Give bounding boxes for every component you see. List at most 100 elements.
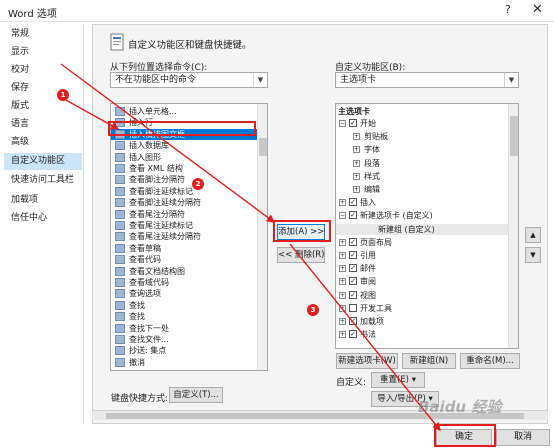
keyboard-customize-button[interactable]: 自定义(T)...: [169, 387, 223, 403]
command-item[interactable]: 插入图形: [111, 152, 257, 163]
sidebar-item-customize-ribbon[interactable]: 自定义功能区: [4, 153, 82, 170]
tree-item[interactable]: + 字体: [336, 144, 508, 155]
rename-button[interactable]: 重命名(M)...: [460, 353, 520, 369]
tab-checkbox[interactable]: [349, 303, 357, 312]
tree-item[interactable]: + 样式: [336, 171, 508, 182]
sidebar-item-advanced[interactable]: 高级: [4, 134, 82, 151]
command-item[interactable]: 查看脚注分隔符: [111, 174, 257, 185]
tree-item[interactable]: + ✓ 加载项: [336, 316, 508, 327]
command-item[interactable]: 查找: [111, 300, 257, 311]
expand-icon[interactable]: +: [353, 172, 360, 180]
command-item[interactable]: 查看脚注延续标记: [111, 186, 257, 197]
help-icon[interactable]: ?: [505, 3, 511, 16]
command-item[interactable]: 插入单元格...: [111, 106, 257, 117]
new-group-button[interactable]: 新建组(N): [402, 353, 456, 369]
tree-item[interactable]: + 段落: [336, 158, 508, 169]
tree-item[interactable]: + 编辑: [336, 184, 508, 195]
commands-scrollbar[interactable]: [257, 104, 267, 370]
tree-item[interactable]: + 剪贴板: [336, 131, 508, 142]
sidebar-item-add-ins[interactable]: 加载项: [4, 192, 82, 209]
tree-item-label: 审阅: [360, 277, 376, 287]
collapse-icon[interactable]: −: [339, 120, 346, 127]
command-item[interactable]: 查看域代码: [111, 277, 257, 288]
command-item[interactable]: 查看草稿: [111, 243, 257, 254]
command-item[interactable]: 撤消: [111, 357, 257, 368]
sidebar-item-general[interactable]: 常规: [4, 26, 82, 43]
commands-list[interactable]: 插入单元格... 插入行 插入横排图文框 插入数据库 插入图形 查看 XML 结构 查看脚注…: [110, 103, 268, 371]
tree-item[interactable]: + ✓ 视图: [336, 290, 508, 301]
command-item[interactable]: 查询选项: [111, 288, 257, 299]
tab-checkbox[interactable]: ✓: [349, 119, 357, 127]
new-tab-button[interactable]: 新建选项卡(W): [336, 353, 398, 369]
command-icon: [115, 255, 125, 265]
tree-item[interactable]: − ✓ 新建选项卡 (自定义): [336, 210, 508, 221]
command-item[interactable]: 抄送: 集点: [111, 345, 257, 356]
tree-item[interactable]: 新建组 (自定义): [336, 223, 508, 235]
remove-button[interactable]: << 删除(R): [277, 247, 325, 263]
customize-ribbon-select[interactable]: 主选项卡 ▼: [335, 72, 519, 88]
expand-icon[interactable]: +: [339, 278, 346, 286]
tree-item[interactable]: + ✓ 插入: [336, 197, 508, 208]
expand-icon[interactable]: +: [353, 186, 360, 193]
tree-item[interactable]: − ✓ 开始: [336, 118, 508, 129]
expand-icon[interactable]: +: [339, 304, 346, 312]
sidebar-item-save[interactable]: 保存: [4, 80, 82, 97]
cancel-button[interactable]: 取消: [496, 429, 550, 446]
command-item[interactable]: 查看尾注延续分隔符: [111, 231, 257, 242]
sidebar-item-proofing[interactable]: 校对: [4, 62, 82, 79]
expand-icon[interactable]: +: [339, 238, 346, 246]
sidebar-item-display[interactable]: 显示: [4, 44, 82, 61]
expand-icon[interactable]: +: [339, 291, 346, 299]
command-item[interactable]: 查看尾注延续标记: [111, 220, 257, 231]
command-item[interactable]: 查看尾注分隔符: [111, 209, 257, 220]
command-item[interactable]: 查看文档结构图: [111, 266, 257, 277]
tab-checkbox[interactable]: ✓: [349, 198, 357, 207]
ribbon-tree[interactable]: 主选项卡 − ✓ 开始 + 剪贴板 + 字体 + 段落 + 样式 + 编辑 + ✓ 插入 − ✓ 新建选项卡 (自定…: [335, 103, 519, 349]
command-icon: [115, 141, 125, 151]
tree-item[interactable]: + ✓ 审阅: [336, 276, 508, 287]
sidebar-item-typography[interactable]: 版式: [4, 98, 82, 115]
expand-icon[interactable]: +: [339, 265, 346, 273]
expand-icon[interactable]: +: [353, 159, 360, 167]
tab-checkbox[interactable]: ✓: [349, 264, 357, 273]
expand-icon[interactable]: +: [339, 331, 346, 339]
command-icon: [115, 175, 125, 185]
command-item[interactable]: 查看代码: [111, 254, 257, 265]
move-up-button[interactable]: ▲: [525, 227, 541, 243]
expand-icon[interactable]: +: [339, 318, 346, 325]
tab-checkbox[interactable]: ✓: [349, 277, 357, 286]
command-item[interactable]: 查看脚注延续分隔符: [111, 197, 257, 208]
tab-checkbox[interactable]: ✓: [349, 251, 357, 259]
command-item[interactable]: 查找文件...: [111, 334, 257, 345]
tree-item[interactable]: + 开发工具: [336, 303, 508, 314]
move-down-button[interactable]: ▼: [525, 247, 541, 263]
command-item[interactable]: 查看 XML 结构: [111, 163, 257, 174]
reset-button[interactable]: 重置(E) ▾: [371, 372, 425, 388]
tab-checkbox[interactable]: ✓: [349, 317, 357, 325]
tree-item-label: 样式: [364, 171, 380, 181]
command-item[interactable]: 插入数据库: [111, 140, 257, 151]
close-icon[interactable]: ✕: [532, 2, 543, 17]
sidebar-item-trust-center[interactable]: 信任中心: [4, 210, 82, 227]
tree-item[interactable]: + ✓ 引用: [336, 250, 508, 261]
expand-icon[interactable]: +: [339, 252, 346, 259]
expand-icon[interactable]: +: [353, 146, 360, 154]
sidebar-item-quick-access-toolbar[interactable]: 快速访问工具栏: [4, 172, 82, 189]
choose-commands-select[interactable]: 不在功能区中的命令 ▼: [110, 72, 268, 88]
sidebar-item-language[interactable]: 语言: [4, 116, 82, 133]
tree-scrollbar[interactable]: [508, 104, 518, 348]
collapse-icon[interactable]: −: [339, 212, 346, 220]
command-item[interactable]: 查找下一处: [111, 323, 257, 334]
tree-item[interactable]: + ✓ 书法: [336, 329, 508, 340]
tree-item[interactable]: + ✓ 页面布局: [336, 237, 508, 248]
tab-checkbox[interactable]: ✓: [349, 237, 357, 246]
command-item[interactable]: 查找: [111, 311, 257, 322]
tab-checkbox[interactable]: ✓: [349, 211, 357, 220]
expand-icon[interactable]: +: [339, 199, 346, 207]
tab-checkbox[interactable]: ✓: [349, 330, 357, 339]
tree-item[interactable]: + ✓ 邮件: [336, 263, 508, 274]
tab-checkbox[interactable]: ✓: [349, 290, 357, 299]
command-icon: [115, 152, 125, 162]
tree-item-label: 编辑: [364, 185, 380, 194]
expand-icon[interactable]: +: [353, 133, 360, 141]
